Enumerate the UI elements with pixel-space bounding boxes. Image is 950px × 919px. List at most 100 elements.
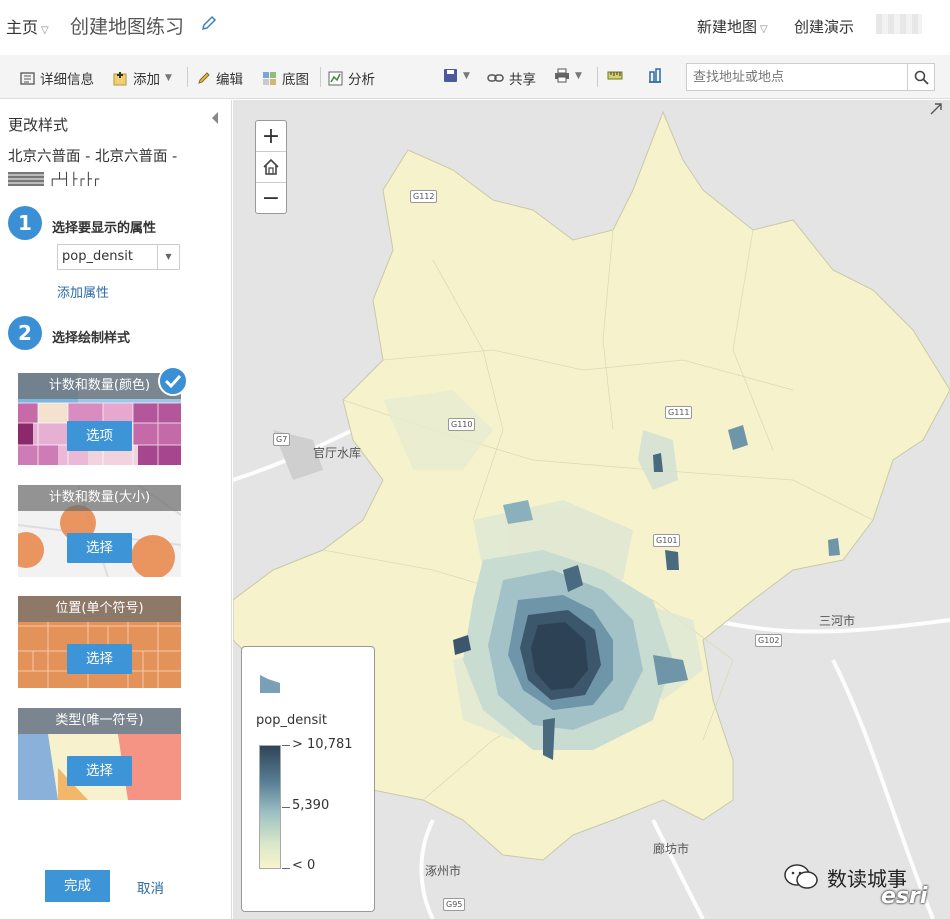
legend-mid-label: 5,390 xyxy=(292,798,330,813)
map-label-guanting: 官厅水库 xyxy=(313,446,362,460)
collapse-panel-icon[interactable] xyxy=(212,112,218,124)
new-map-menu[interactable]: 新建地图 ▽ xyxy=(697,16,768,37)
layer-name: 北京六普面 - 北京六普面 - ┌┴┤├┌├┌ xyxy=(8,146,223,190)
share-button[interactable]: 共享 xyxy=(487,68,536,88)
home-extent-button[interactable] xyxy=(256,152,286,183)
chevron-down-icon: ▼ xyxy=(575,70,582,81)
road-shield: G7 xyxy=(273,433,291,446)
printer-icon xyxy=(555,68,569,83)
directions-button[interactable] xyxy=(647,68,663,83)
edit-icon xyxy=(198,72,210,84)
legend-tick xyxy=(282,868,290,869)
attribute-dropdown[interactable]: pop_densit ▼ xyxy=(57,244,180,270)
select-button[interactable]: 选择 xyxy=(67,756,132,786)
style-card-size[interactable]: 计数和数量(大小) 选择 xyxy=(18,485,181,577)
search-button[interactable] xyxy=(907,63,935,91)
chevron-down-icon: ▽ xyxy=(760,24,768,35)
map-label-langfang: 廊坊市 xyxy=(653,842,690,856)
wechat-icon xyxy=(784,864,818,889)
road-shield: G112 xyxy=(410,190,438,203)
toolbar-divider xyxy=(320,67,321,87)
search-input[interactable] xyxy=(686,63,908,91)
toolbar-divider xyxy=(597,67,598,87)
bookmark-chart-icon xyxy=(649,68,661,83)
map-legend: pop_densit > 10,781 5,390 < 0 xyxy=(241,646,375,912)
home-menu[interactable]: 主页 ▽ xyxy=(6,14,49,38)
expand-icon[interactable] xyxy=(929,102,943,116)
main-toolbar: 详细信息 添加 ▼ 编辑 底图 分析 ▼ 共享 ▼ 查找地址或地点 xyxy=(0,55,950,99)
change-style-panel: 更改样式 北京六普面 - 北京六普面 - ┌┴┤├┌├┌ 1 选择要显示的属性 … xyxy=(0,100,232,919)
legend-tick xyxy=(282,745,290,746)
select-button[interactable]: 选择 xyxy=(67,644,132,674)
share-label: 共享 xyxy=(509,72,536,88)
legend-min-label: < 0 xyxy=(292,858,316,873)
analysis-button[interactable]: 分析 xyxy=(328,68,375,88)
redacted-text xyxy=(8,172,44,186)
ruler-icon xyxy=(607,71,623,80)
map-label-zhuozhou: 涿州市 xyxy=(425,864,462,878)
chevron-down-icon: ▼ xyxy=(165,73,172,83)
style-card-type[interactable]: 类型(唯一符号) 选择 xyxy=(18,708,181,800)
road-shield: G102 xyxy=(755,634,783,647)
analysis-label: 分析 xyxy=(348,72,375,88)
style-card-title: 计数和数量(大小) xyxy=(18,485,181,511)
legend-tick xyxy=(282,807,290,808)
edit-button[interactable]: 编辑 xyxy=(197,68,243,88)
layer-name-text: 北京六普面 - 北京六普面 - xyxy=(8,149,178,165)
legend-field-name: pop_densit xyxy=(256,713,327,728)
legend-color-ramp xyxy=(259,745,281,869)
zoom-out-button[interactable]: − xyxy=(256,183,286,214)
map-title: 创建地图练习 xyxy=(70,16,185,38)
zoom-in-button[interactable]: + xyxy=(256,121,286,152)
chevron-down-icon: ▼ xyxy=(463,70,470,81)
search-icon xyxy=(914,70,929,85)
save-disk-icon xyxy=(444,69,457,82)
add-layer-icon xyxy=(113,71,127,85)
add-attribute-link[interactable]: 添加属性 xyxy=(57,282,109,301)
step-2-label: 选择绘制样式 xyxy=(52,331,131,346)
select-button[interactable]: 选择 xyxy=(67,533,132,563)
toolbar-divider xyxy=(187,67,188,87)
edit-label: 编辑 xyxy=(216,72,243,88)
style-card-title: 类型(唯一符号) xyxy=(18,708,181,734)
link-icon xyxy=(487,74,504,82)
done-button[interactable]: 完成 xyxy=(45,870,110,902)
new-map-label: 新建地图 xyxy=(697,18,758,36)
legend-max-label: > 10,781 xyxy=(292,737,353,752)
add-button[interactable]: 添加 ▼ xyxy=(113,68,172,88)
style-card-color[interactable]: 计数和数量(颜色) 选项 xyxy=(18,373,181,465)
style-card-location[interactable]: 位置(单个符号) 选择 xyxy=(18,596,181,688)
polygon-symbol-icon xyxy=(260,675,280,693)
print-button[interactable]: ▼ xyxy=(554,68,582,83)
add-label: 添加 xyxy=(133,72,160,88)
basemap-button[interactable]: 底图 xyxy=(262,68,309,88)
attribute-value: pop_densit xyxy=(62,249,133,264)
selected-check-icon xyxy=(158,366,188,396)
road-shield: G111 xyxy=(665,406,693,419)
details-button[interactable]: 详细信息 xyxy=(20,68,94,88)
home-icon xyxy=(263,158,279,175)
style-card-title: 计数和数量(颜色) xyxy=(18,373,181,399)
analysis-icon xyxy=(328,71,343,85)
road-shield: G101 xyxy=(653,534,681,547)
step-2-badge: 2 xyxy=(8,316,42,350)
style-card-title: 位置(单个符号) xyxy=(18,596,181,622)
map-view[interactable]: 官厅水库 三河市 廊坊市 涿州市 G112 G7 G110 G111 G101 … xyxy=(233,100,950,919)
options-button[interactable]: 选项 xyxy=(67,421,132,451)
measure-button[interactable] xyxy=(607,68,623,83)
zoom-control: + − xyxy=(255,120,287,214)
home-label: 主页 xyxy=(6,18,39,37)
details-icon xyxy=(20,71,35,85)
cancel-button[interactable]: 取消 xyxy=(137,877,164,897)
save-button[interactable]: ▼ xyxy=(443,68,470,83)
pencil-icon[interactable] xyxy=(200,14,218,32)
esri-logo: esri xyxy=(881,884,928,909)
create-presentation-link[interactable]: 创建演示 xyxy=(794,16,854,37)
basemap-grid-icon xyxy=(263,71,276,85)
panel-title: 更改样式 xyxy=(8,116,69,134)
checkmark-icon xyxy=(164,374,182,389)
user-avatar[interactable] xyxy=(876,14,922,34)
basemap-label: 底图 xyxy=(282,72,309,88)
top-header: 主页 ▽ 创建地图练习 新建地图 ▽ 创建演示 xyxy=(0,0,950,52)
map-label-sanhe: 三河市 xyxy=(819,614,856,628)
